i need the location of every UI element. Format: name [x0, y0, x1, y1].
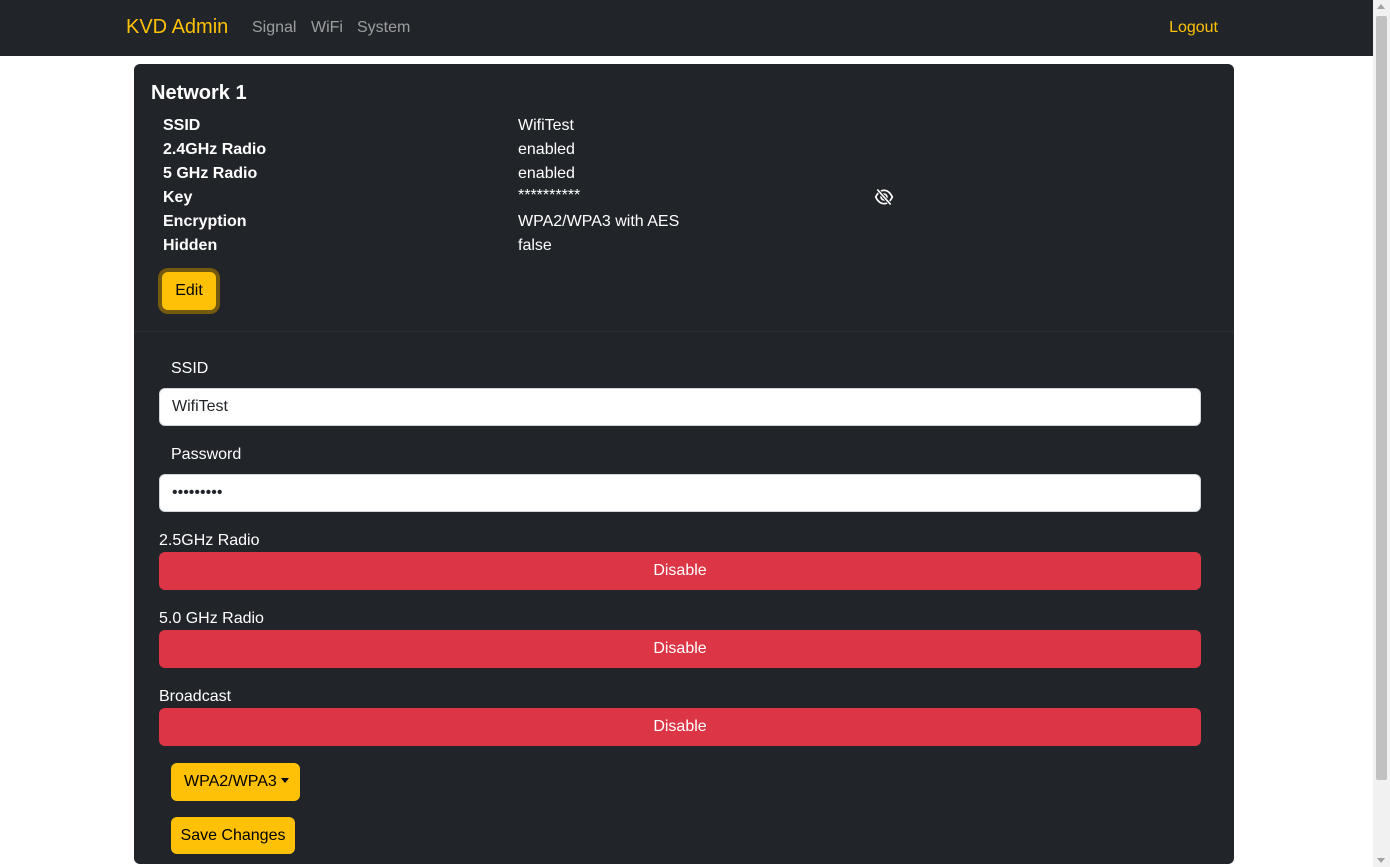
info-value-radio-24: enabled: [518, 141, 575, 158]
info-label-key: Key: [163, 189, 193, 206]
info-label-radio-5: 5 GHz Radio: [163, 165, 258, 182]
nav-link-wifi[interactable]: WiFi: [311, 19, 343, 37]
nav-link-system[interactable]: System: [357, 19, 410, 37]
ssid-label: SSID: [171, 360, 209, 377]
scroll-up-arrow-icon[interactable]: [1377, 4, 1385, 9]
logout-link[interactable]: Logout: [1169, 19, 1218, 37]
broadcast-label: Broadcast: [159, 688, 232, 705]
radio-5-disable-button[interactable]: Disable: [159, 630, 1201, 668]
info-value-hidden: false: [518, 237, 552, 254]
info-value-ssid: WifiTest: [518, 117, 574, 134]
encryption-dropdown-label: WPA2/WPA3: [184, 773, 277, 790]
ssid-input[interactable]: [159, 388, 1201, 426]
radio-5-label: 5.0 GHz Radio: [159, 610, 264, 627]
eye-slash-icon[interactable]: [873, 187, 895, 207]
network-card: Network 1 SSID WifiTest 2.4GHz Radio ena…: [134, 64, 1234, 864]
info-value-encryption: WPA2/WPA3 with AES: [518, 213, 680, 230]
info-value-radio-5: enabled: [518, 165, 575, 182]
encryption-dropdown[interactable]: WPA2/WPA3: [171, 763, 300, 801]
caret-down-icon: [280, 778, 289, 783]
brand-link[interactable]: KVD Admin: [126, 16, 228, 39]
network-title: Network 1: [151, 82, 247, 104]
info-label-ssid: SSID: [163, 117, 201, 134]
nav-link-signal[interactable]: Signal: [252, 19, 296, 37]
info-label-radio-24: 2.4GHz Radio: [163, 141, 267, 158]
info-label-hidden: Hidden: [163, 237, 218, 254]
scroll-thumb[interactable]: [1376, 16, 1387, 780]
save-changes-button[interactable]: Save Changes: [171, 817, 295, 854]
password-label: Password: [171, 446, 242, 463]
radio-24-label: 2.5GHz Radio: [159, 532, 260, 549]
info-value-key: **********: [518, 187, 581, 204]
info-label-encryption: Encryption: [163, 213, 247, 230]
page-scrollbar[interactable]: [1373, 0, 1390, 867]
password-input[interactable]: [159, 474, 1201, 512]
radio-24-disable-button[interactable]: Disable: [159, 552, 1201, 590]
network-summary: Network 1 SSID WifiTest 2.4GHz Radio ena…: [134, 64, 1234, 332]
edit-button[interactable]: Edit: [162, 272, 216, 310]
top-navbar: KVD Admin Signal WiFi System Logout: [0, 0, 1373, 56]
scroll-down-arrow-icon[interactable]: [1377, 858, 1385, 863]
broadcast-disable-button[interactable]: Disable: [159, 708, 1201, 746]
